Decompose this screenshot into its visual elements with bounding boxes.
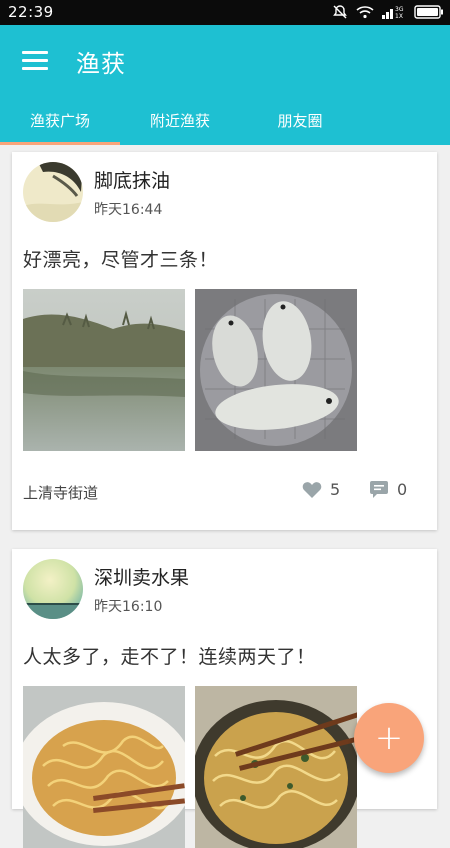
comment-count: 0 — [397, 480, 408, 499]
post-time: 昨天16:44 — [94, 202, 163, 218]
post-card[interactable]: 深圳卖水果 昨天16:10 人太多了，走不了！连续两天了！ — [12, 549, 437, 848]
post-author[interactable]: 深圳卖水果 — [94, 563, 189, 590]
post-card[interactable]: 脚底抹油 昨天16:44 好漂亮，尽管才三条！ 上清寺街道 5 0 — [12, 152, 437, 530]
comment-icon — [370, 481, 388, 498]
battery-icon — [414, 5, 443, 19]
signal-3g-1x-icon: 3G 1X — [382, 6, 404, 19]
post-author[interactable]: 脚底抹油 — [94, 166, 170, 193]
status-icons: 3G 1X — [332, 4, 444, 20]
svg-text:1X: 1X — [395, 13, 403, 19]
heart-icon — [302, 481, 322, 498]
avatar[interactable] — [23, 559, 83, 619]
plus-icon: + — [374, 718, 404, 758]
mute-icon — [333, 5, 347, 19]
like-button[interactable]: 5 — [302, 480, 340, 499]
status-time: 22:39 — [8, 3, 54, 21]
add-post-button[interactable]: + — [354, 703, 424, 773]
status-bar: 22:39 3G 1X — [0, 0, 450, 25]
fish-catch-photo[interactable] — [195, 289, 357, 451]
app-title: 渔获 — [76, 50, 126, 78]
noodle-bowl-photo[interactable] — [23, 686, 185, 848]
river-landscape-photo[interactable] — [23, 289, 185, 451]
tab-indicator — [0, 142, 120, 145]
tab-bar: 渔获广场 附近渔获 朋友圈 — [0, 105, 450, 145]
post-content: 好漂亮，尽管才三条！ — [23, 249, 219, 271]
avatar[interactable] — [23, 162, 83, 222]
post-content: 人太多了，走不了！连续两天了！ — [23, 646, 316, 668]
post-time: 昨天16:10 — [94, 599, 163, 615]
post-location: 上清寺街道 — [23, 484, 99, 502]
tab-nearby-catch[interactable]: 附近渔获 — [120, 105, 240, 145]
app-bar: 渔获 渔获广场 附近渔获 朋友圈 — [0, 25, 450, 145]
hamburger-menu-icon[interactable] — [22, 51, 48, 71]
like-count: 5 — [330, 480, 341, 499]
svg-text:3G: 3G — [395, 6, 404, 13]
tab-fishing-square[interactable]: 渔获广场 — [0, 105, 120, 145]
wifi-icon — [356, 6, 374, 19]
comment-button[interactable]: 0 — [369, 480, 407, 499]
tab-moments[interactable]: 朋友圈 — [240, 105, 360, 145]
noodle-pot-photo[interactable] — [195, 686, 357, 848]
